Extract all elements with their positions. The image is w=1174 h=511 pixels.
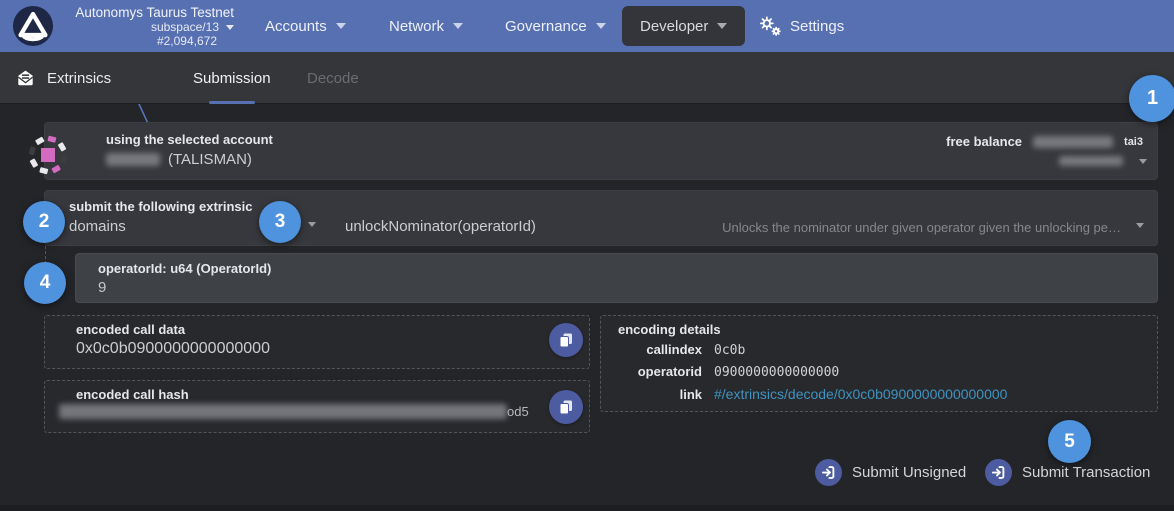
copy-icon [558, 332, 574, 348]
som-badge-5: 5 [1048, 420, 1091, 463]
section-extrinsics[interactable]: Extrinsics [16, 52, 111, 104]
tab-decode-label: Decode [307, 70, 359, 87]
free-balance-label: free balance [946, 134, 1022, 149]
chevron-down-icon [453, 23, 463, 29]
account-panel: using the selected account (TALISMAN) fr… [44, 122, 1158, 180]
som-badge-4: 4 [24, 262, 66, 304]
som-badge-2: 2 [23, 201, 65, 243]
nav-settings[interactable]: Settings [758, 0, 844, 52]
som-badge-3: 3 [259, 201, 301, 243]
nav-settings-label: Settings [790, 18, 844, 35]
encoded-call-hash-label: encoded call hash [76, 387, 189, 402]
gears-icon [758, 15, 781, 37]
account-label: using the selected account [106, 132, 273, 147]
section-label: Extrinsics [47, 70, 111, 87]
param-panel: operatorId: u64 (OperatorId) 9 [75, 253, 1158, 303]
chevron-down-icon [717, 23, 727, 29]
method-caret-icon[interactable] [1136, 223, 1144, 228]
encoded-call-hash-box: encoded call hash od5 [44, 380, 590, 433]
chain-selector[interactable]: Autonomys Taurus Testnet subspace/13 #2,… [66, 5, 234, 48]
extrinsics-envelope-icon [16, 69, 35, 87]
operatorid-value: 0900000000000000 [714, 365, 839, 380]
autonomys-logo-icon[interactable] [12, 5, 54, 47]
nav-governance[interactable]: Governance [505, 0, 606, 52]
copy-icon [558, 399, 574, 415]
submit-unsigned-button[interactable]: Submit Unsigned [815, 459, 966, 486]
link-key: link [618, 387, 702, 402]
bottom-edge [0, 505, 1174, 511]
balance-secondary-redacted [1059, 156, 1123, 166]
chevron-down-icon [336, 23, 346, 29]
param-label: operatorId: u64 (OperatorId) [98, 261, 271, 276]
tab-submission[interactable]: Submission [193, 52, 271, 104]
balance-secondary-row [1059, 156, 1147, 166]
method-select[interactable]: unlockNominator(operatorId) [345, 218, 536, 235]
encoded-call-data-label: encoded call data [76, 322, 185, 337]
sign-in-icon [815, 459, 842, 486]
submit-unsigned-label: Submit Unsigned [852, 464, 966, 481]
callindex-key: callindex [618, 342, 702, 357]
encoding-details-box: encoding details callindex 0c0b operator… [600, 315, 1158, 412]
tab-submission-label: Submission [193, 70, 271, 87]
chain-name: Autonomys Taurus Testnet [66, 5, 234, 20]
encoded-call-data-value: 0x0c0b0900000000000000 [76, 340, 270, 358]
nav-governance-label: Governance [505, 18, 587, 35]
account-dropdown-caret-icon[interactable] [1139, 159, 1147, 164]
submit-transaction-label: Submit Transaction [1022, 464, 1150, 481]
nav-network-label: Network [389, 18, 444, 35]
copy-call-data-button[interactable] [549, 323, 583, 357]
account-identicon[interactable] [26, 133, 70, 182]
nav-accounts[interactable]: Accounts [265, 0, 346, 52]
pallet-caret-icon[interactable] [308, 222, 316, 227]
balance-unit: tai3 [1124, 136, 1143, 148]
encoding-details-label: encoding details [618, 322, 721, 337]
free-balance-row: free balance tai3 [946, 134, 1143, 149]
selected-account[interactable]: (TALISMAN) [106, 151, 252, 168]
tab-decode[interactable]: Decode [307, 52, 359, 104]
chevron-down-icon [226, 25, 234, 30]
operatorid-key: operatorid [618, 364, 702, 379]
method-description: Unlocks the nominator under given operat… [722, 220, 1121, 235]
call-hash-redacted [59, 404, 507, 419]
callindex-value: 0c0b [714, 343, 745, 358]
encoded-call-data-box: encoded call data 0x0c0b0900000000000000 [44, 315, 590, 369]
submit-transaction-button[interactable]: Submit Transaction [985, 459, 1150, 486]
encoded-call-hash-value: od5 [59, 404, 529, 419]
decode-link[interactable]: #/extrinsics/decode/0x0c0b09000000000000… [714, 386, 1007, 402]
best-block-number: #2,094,672 [66, 34, 234, 48]
nav-network[interactable]: Network [389, 0, 463, 52]
call-hash-suffix: od5 [507, 404, 529, 419]
extrinsic-label: submit the following extrinsic [69, 199, 252, 214]
account-name-redacted [106, 153, 160, 166]
top-nav-bar: Autonomys Taurus Testnet subspace/13 #2,… [0, 0, 1174, 52]
param-value-input[interactable]: 9 [98, 279, 106, 296]
runtime-version: subspace/13 [151, 20, 219, 34]
nav-developer[interactable]: Developer [622, 6, 745, 46]
sign-in-icon [985, 459, 1012, 486]
chevron-down-icon [596, 23, 606, 29]
account-source-label: (TALISMAN) [168, 151, 252, 168]
copy-call-hash-button[interactable] [549, 390, 583, 424]
balance-value-redacted [1033, 136, 1113, 148]
pallet-select[interactable]: domains [69, 218, 126, 235]
extrinsic-panel: submit the following extrinsic domains u… [44, 190, 1158, 246]
som-badge-1: 1 [1129, 75, 1174, 122]
tab-bar: Extrinsics Submission Decode [0, 52, 1174, 104]
nav-developer-label: Developer [640, 18, 708, 35]
nav-accounts-label: Accounts [265, 18, 327, 35]
